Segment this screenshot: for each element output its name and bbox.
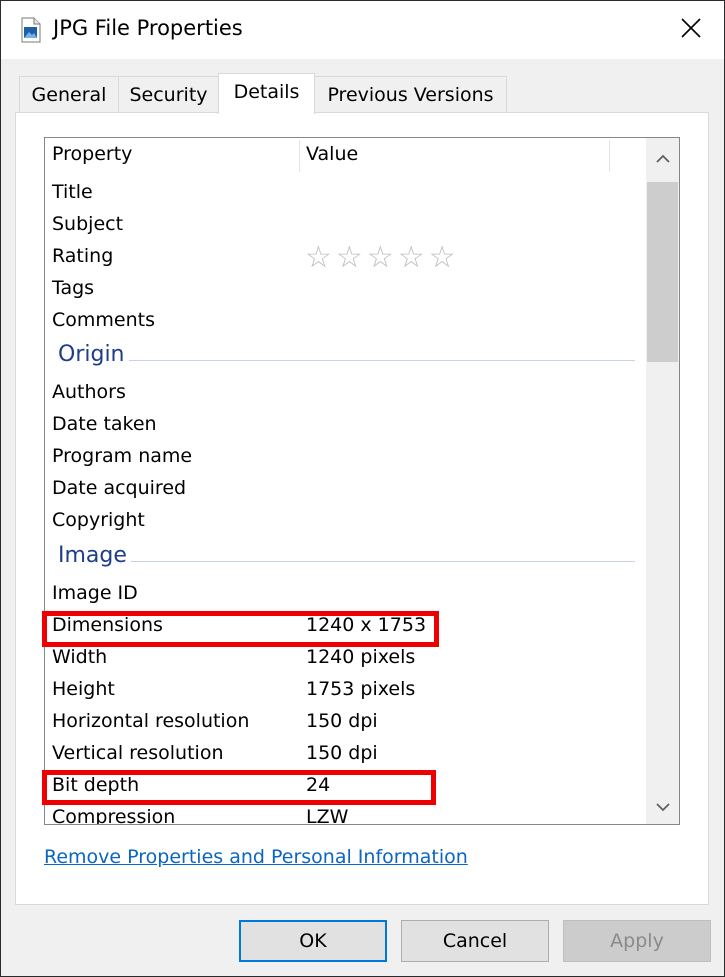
scroll-down-button[interactable] [646,788,679,824]
star-outline-icon[interactable]: ☆ [398,242,425,274]
rating-stars[interactable]: ☆ ☆ ☆ ☆ ☆ [305,242,456,274]
property-name: Vertical resolution [52,742,224,764]
list-item[interactable]: Comments [45,306,645,338]
group-heading-origin: Origin [45,340,645,376]
scroll-up-button[interactable] [646,140,679,176]
list-header: Property Value [45,138,645,174]
list-item[interactable]: Height 1753 pixels [45,675,645,707]
remove-properties-link[interactable]: Remove Properties and Personal Informati… [44,846,468,868]
list-body: Title Subject Rating ☆ ☆ ☆ ☆ ☆ Tags Comm… [45,178,645,825]
property-name: Title [52,181,93,203]
list-item[interactable]: Rating ☆ ☆ ☆ ☆ ☆ [45,242,645,274]
property-name: Date acquired [52,477,187,499]
property-value: 150 dpi [306,710,378,732]
column-header-property[interactable]: Property [52,143,132,165]
list-item[interactable]: Program name [45,442,645,474]
property-name: Subject [52,213,124,235]
close-icon [680,17,702,43]
property-value: 1240 x 1753 [306,614,427,636]
tab-security[interactable]: Security [118,76,219,112]
ok-button[interactable]: OK [239,920,387,962]
list-item[interactable]: Horizontal resolution 150 dpi [45,707,645,739]
image-file-icon [21,17,41,43]
group-heading-image: Image [45,541,645,577]
property-name: Authors [52,381,126,403]
list-item[interactable]: Width 1240 pixels [45,643,645,675]
column-divider[interactable] [299,140,300,172]
properties-dialog: JPG File Properties General Security Det… [0,0,725,977]
tab-general[interactable]: General [19,76,119,112]
property-value: 24 [306,774,331,796]
chevron-up-icon [656,149,670,168]
window-title: JPG File Properties [53,16,243,40]
list-item[interactable]: Tags [45,274,645,306]
cancel-button[interactable]: Cancel [401,920,549,962]
group-divider [125,360,635,361]
vertical-scrollbar[interactable] [646,138,679,824]
tab-strip: General Security Details Previous Versio… [19,73,709,114]
property-name: Copyright [52,509,145,531]
close-button[interactable] [661,1,721,59]
list-item[interactable]: Date acquired [45,474,645,506]
property-name: Width [52,646,108,668]
list-item[interactable]: Title [45,178,645,210]
apply-button[interactable]: Apply [563,920,711,962]
chevron-down-icon [656,797,670,816]
property-name: Program name [52,445,193,467]
property-value: 1753 pixels [306,678,416,700]
group-title: Image [58,543,131,568]
list-item[interactable]: Authors [45,378,645,410]
list-item[interactable]: Image ID [45,579,645,611]
property-value: 1240 pixels [306,646,416,668]
property-name: Image ID [52,582,138,604]
list-item[interactable]: Compression LZW [45,803,645,825]
title-bar: JPG File Properties [1,1,724,59]
property-value: LZW [306,806,349,825]
column-header-value[interactable]: Value [306,143,358,165]
list-item[interactable]: Bit depth 24 [45,771,645,803]
list-item[interactable]: Date taken [45,410,645,442]
property-value: 150 dpi [306,742,378,764]
property-name: Comments [52,309,155,331]
tab-previous-versions[interactable]: Previous Versions [314,76,507,112]
property-name: Rating [52,245,114,267]
property-name: Date taken [52,413,157,435]
column-divider[interactable] [609,140,610,172]
property-name: Horizontal resolution [52,710,250,732]
property-name: Dimensions [52,614,163,636]
list-item[interactable]: Vertical resolution 150 dpi [45,739,645,771]
star-outline-icon[interactable]: ☆ [429,242,456,274]
star-outline-icon[interactable]: ☆ [336,242,363,274]
list-item[interactable]: Subject [45,210,645,242]
property-name: Height [52,678,115,700]
property-list[interactable]: Property Value Title Subject Rating ☆ ☆ … [44,137,680,825]
list-item[interactable]: Copyright [45,506,645,538]
tab-details[interactable]: Details [218,73,315,114]
star-outline-icon[interactable]: ☆ [367,242,394,274]
property-name: Tags [52,277,95,299]
list-item[interactable]: Dimensions 1240 x 1753 [45,611,645,643]
group-divider [125,561,635,562]
group-title: Origin [58,342,129,367]
scrollbar-thumb[interactable] [647,182,678,362]
property-name: Compression [52,806,176,825]
star-outline-icon[interactable]: ☆ [305,242,332,274]
property-name: Bit depth [52,774,140,796]
